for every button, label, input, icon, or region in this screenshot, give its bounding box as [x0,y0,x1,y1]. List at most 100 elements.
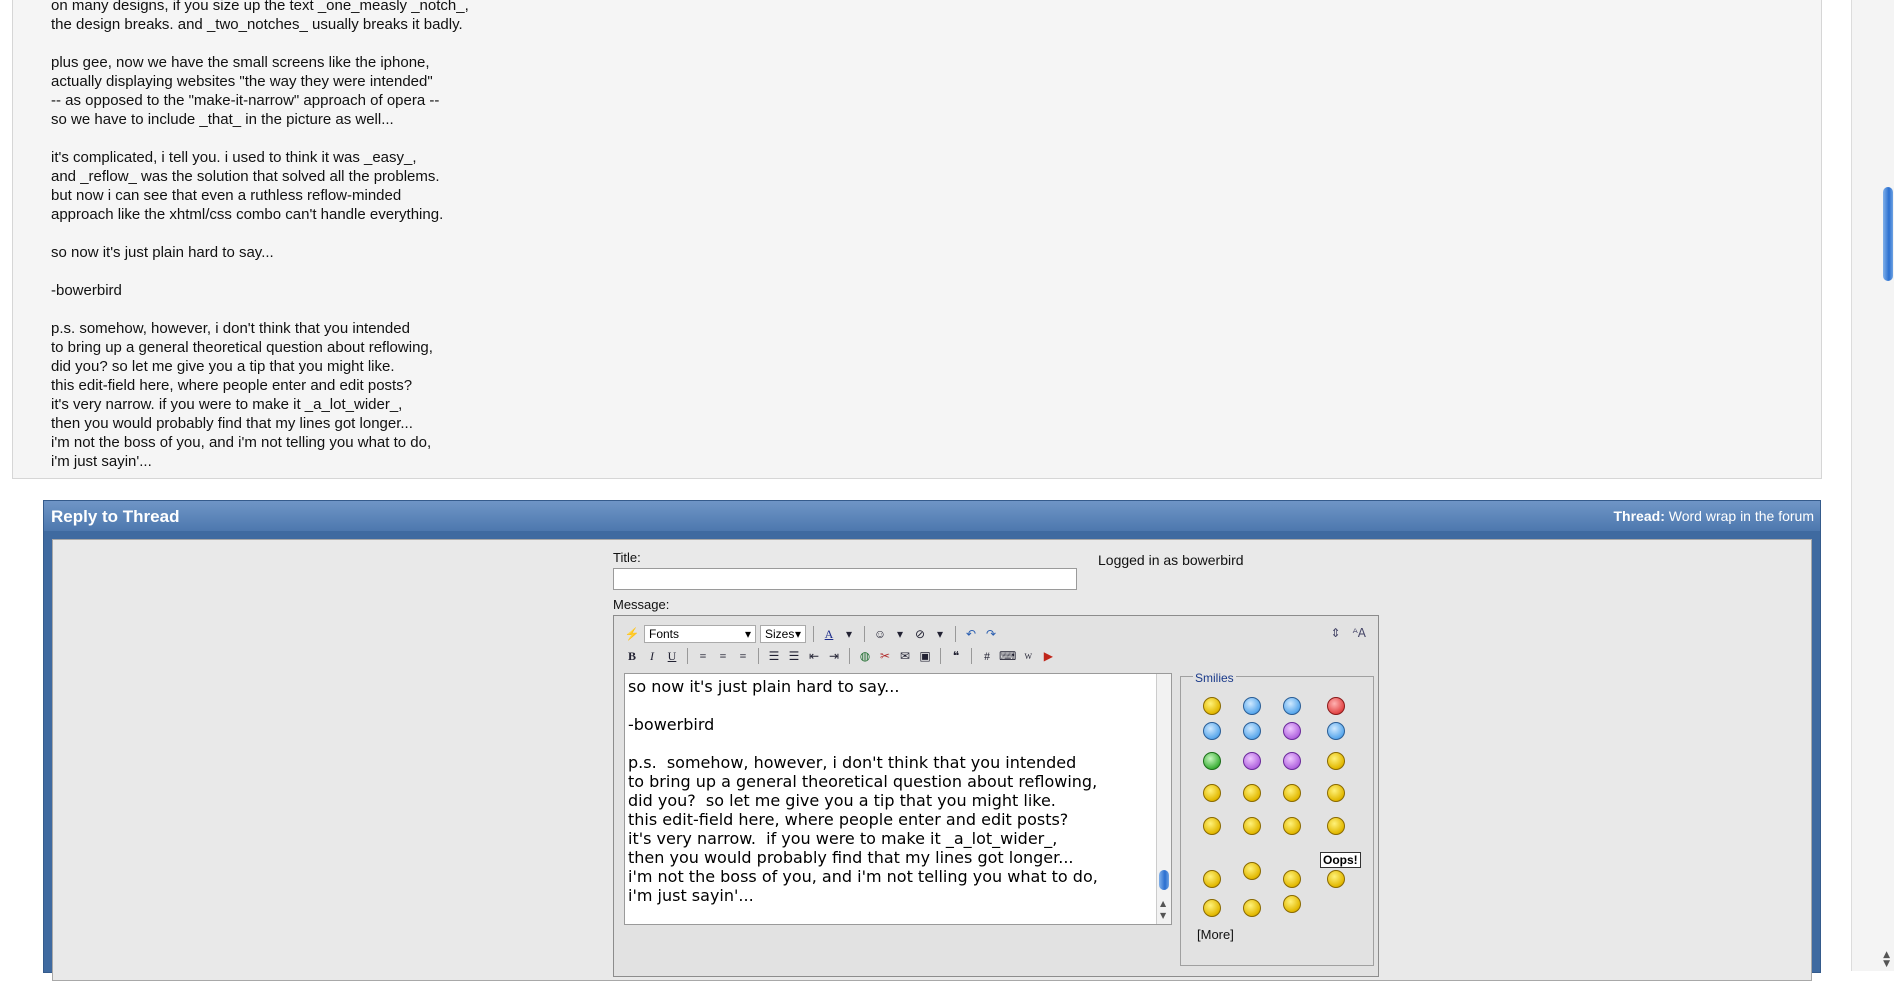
eek-icon[interactable] [1283,697,1301,715]
outdent-icon[interactable]: ⇤ [806,647,822,665]
editor-toolbar-bottom: B I U ≡ ≡ ≡ ☰ ☰ ⇤ ⇥ ◍ ✂ ✉ ▣ ❝ # ⌨ W ▶ [624,646,1056,666]
code-hash-button[interactable]: # [979,647,995,665]
editor-toolbar-top: ⚡ Fonts ▾ Sizes ▾ A ▾ ☺ ▾ ⊘ ▾ ↶ ↷ [624,624,999,644]
post-line [51,129,469,148]
insert-smilie-icon[interactable]: ☺ [872,625,888,643]
reply-panel: Reply to Thread Thread: Word wrap in the… [43,500,1821,981]
grin-icon[interactable] [1203,870,1221,888]
gun-icon[interactable] [1203,784,1221,802]
reading-icon[interactable] [1203,817,1221,835]
chevron-down-icon[interactable]: ▾ [892,625,908,643]
thread-info: Thread: Word wrap in the forum [1613,508,1815,524]
resize-editor-icon[interactable]: ⇕ [1331,626,1341,640]
page-scrollbar[interactable]: ▲ ▼ [1851,0,1894,971]
message-line [628,696,1098,715]
mad-icon[interactable] [1327,697,1345,715]
page-scroll-arrows[interactable]: ▲ ▼ [1883,951,1890,969]
message-line: it's very narrow. if you were to make it… [628,829,1058,848]
insert-image-icon[interactable]: ▣ [917,647,933,665]
oops-sign-icon[interactable] [1327,870,1345,888]
youtube-icon[interactable]: ▶ [1040,647,1056,665]
logged-in-status: Logged in as bowerbird [1098,552,1244,568]
thread-name: Word wrap in the forum [1668,508,1814,524]
post-line: it's very narrow. if you were to make it… [51,396,403,413]
redo-icon[interactable]: ↷ [983,625,999,643]
editor-resize-controls: ⇕ ᴬA [1331,626,1366,640]
email-link-icon[interactable]: ✉ [897,647,913,665]
chevron-down-icon[interactable]: ▾ [932,625,948,643]
biggrin-icon[interactable] [1203,752,1221,770]
message-textarea[interactable]: so now it's just plain hard to say... -b… [624,673,1172,925]
confused-icon[interactable] [1243,697,1261,715]
cool-icon[interactable] [1243,722,1261,740]
align-center-icon[interactable]: ≡ [715,647,731,665]
wink-icon[interactable] [1327,722,1345,740]
post-line: actually displaying websites "the way th… [51,73,433,90]
switch-mode-icon[interactable]: ⚡ [624,625,640,643]
post-line: this edit-field here, where people enter… [51,377,413,394]
frown-icon[interactable] [1283,752,1301,770]
message-line: p.s. somehow, however, i don't think tha… [628,753,1077,772]
insert-link-icon[interactable]: ◍ [857,647,873,665]
attachment-icon[interactable]: ⊘ [912,625,928,643]
undo-icon[interactable]: ↶ [963,625,979,643]
message-scrollbar-thumb[interactable] [1159,870,1169,890]
message-line: then you would probably find that my lin… [628,848,1074,867]
message-scroll-arrows[interactable]: ▲ ▼ [1160,898,1166,922]
italic-button[interactable]: I [644,647,660,665]
king-icon[interactable] [1283,895,1301,913]
text-color-icon[interactable]: A [821,625,837,643]
smile-icon[interactable] [1203,697,1221,715]
message-line: to bring up a general theoretical questi… [628,772,1098,791]
shocked-icon[interactable] [1283,870,1301,888]
quote-icon[interactable]: ❝ [948,647,964,665]
blush-icon[interactable] [1243,899,1261,917]
more-smilies-link[interactable]: [More] [1197,927,1234,942]
tongue-icon[interactable] [1283,722,1301,740]
wave-icon[interactable] [1327,752,1345,770]
post-line [51,224,469,243]
thumbs-up-icon[interactable] [1243,784,1261,802]
message-scrollbar[interactable]: ▲ ▼ [1156,674,1171,924]
party-icon[interactable] [1283,784,1301,802]
bold-button[interactable]: B [624,647,640,665]
post-line: i'm just sayin'... [51,453,152,470]
chevron-down-icon[interactable]: ▾ [841,625,857,643]
toolbar-separator [971,648,972,664]
toolbar-separator [864,626,865,642]
title-input[interactable] [613,568,1077,590]
hammer-icon[interactable] [1243,817,1261,835]
post-line: to bring up a general theoretical questi… [51,339,433,356]
fonts-select[interactable]: Fonts ▾ [644,625,756,643]
title-label: Title: [613,550,641,565]
unordered-list-icon[interactable]: ☰ [786,647,802,665]
page-scrollbar-thumb[interactable] [1883,187,1893,281]
smilies-box: Smilies Oops! [More] [1180,671,1374,966]
post-line [51,300,469,319]
rolleyes-icon[interactable] [1243,752,1261,770]
toolbar-separator [955,626,956,642]
post-line: so now it's just plain hard to say... [51,244,274,261]
reply-title: Reply to Thread [51,507,180,526]
message-line: -bowerbird [628,715,715,734]
underline-button[interactable]: U [664,647,680,665]
sleepy-icon[interactable] [1327,817,1345,835]
crazy-icon[interactable] [1327,784,1345,802]
remove-link-icon[interactable]: ✂ [877,647,893,665]
chief-icon[interactable] [1243,862,1261,880]
align-right-icon[interactable]: ≡ [735,647,751,665]
laugh-icon[interactable] [1203,722,1221,740]
happy-icon[interactable] [1203,899,1221,917]
sizes-select[interactable]: Sizes ▾ [760,625,806,643]
sad-icon[interactable] [1283,817,1301,835]
indent-icon[interactable]: ⇥ [826,647,842,665]
ordered-list-icon[interactable]: ☰ [766,647,782,665]
align-left-icon[interactable]: ≡ [695,647,711,665]
wiki-icon[interactable]: W [1020,647,1036,665]
post-line: but now i can see that even a ruthless r… [51,187,402,204]
html-code-icon[interactable]: ⌨ [999,647,1016,665]
remove-formatting-icon[interactable]: ᴬA [1353,626,1366,640]
post-line: so we have to include _that_ in the pict… [51,111,394,128]
post-line: did you? so let me give you a tip that y… [51,358,395,375]
message-line [628,734,1098,753]
